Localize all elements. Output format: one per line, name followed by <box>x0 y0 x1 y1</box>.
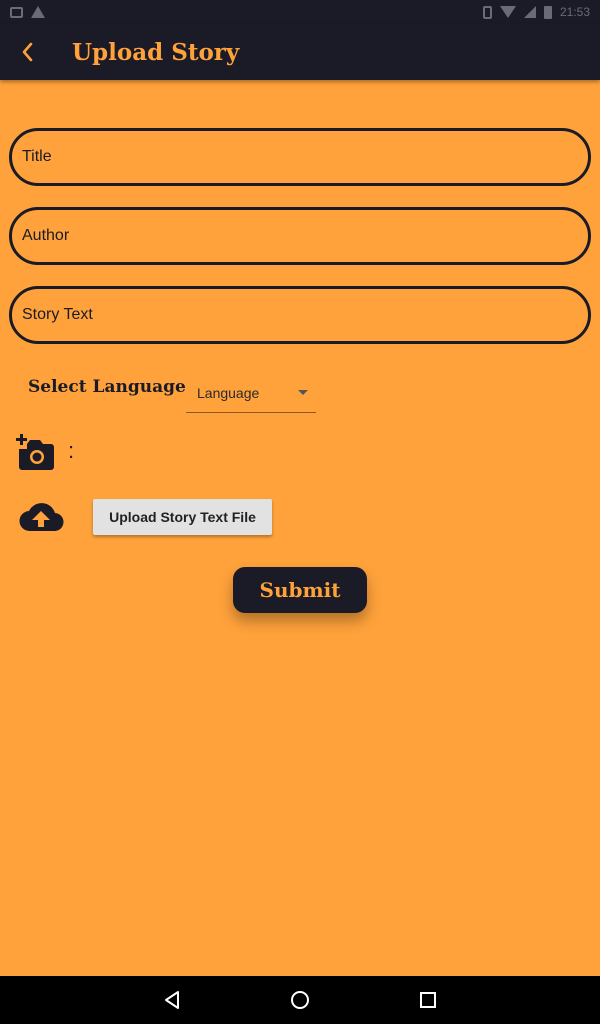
app-bar: Upload Story <box>0 24 600 80</box>
status-bar: 21:53 <box>0 0 600 24</box>
language-selected-value: Language <box>197 385 260 401</box>
image-notification-icon <box>10 6 23 18</box>
photo-colon: : <box>68 438 75 463</box>
dropdown-arrow-icon <box>298 390 308 395</box>
page-title: Upload Story <box>72 38 240 66</box>
submit-button[interactable]: Submit <box>233 567 367 613</box>
wifi-icon <box>499 6 516 18</box>
upload-row: Upload Story Text File <box>0 496 600 540</box>
battery-icon <box>543 5 552 19</box>
language-row: Select Language Language <box>0 365 600 415</box>
chevron-left-icon <box>22 42 33 62</box>
vibrate-icon <box>482 5 492 19</box>
add-photo-icon[interactable] <box>16 434 56 472</box>
cloud-upload-icon <box>19 503 64 532</box>
author-input[interactable] <box>9 207 591 265</box>
story-text-input[interactable] <box>9 286 591 344</box>
status-left <box>10 6 45 18</box>
title-input[interactable] <box>9 128 591 186</box>
upload-story-file-button[interactable]: Upload Story Text File <box>93 499 272 535</box>
nav-home-icon[interactable] <box>288 988 312 1012</box>
back-button[interactable] <box>0 24 56 80</box>
cell-signal-icon <box>523 6 536 18</box>
system-nav-bar <box>0 976 600 1024</box>
nav-back-icon[interactable] <box>160 988 184 1012</box>
status-right: 21:53 <box>482 5 590 19</box>
warning-icon <box>31 6 45 18</box>
status-time: 21:53 <box>559 5 590 19</box>
nav-recents-icon[interactable] <box>416 988 440 1012</box>
language-dropdown[interactable]: Language <box>186 369 316 413</box>
select-language-label: Select Language <box>28 377 186 397</box>
